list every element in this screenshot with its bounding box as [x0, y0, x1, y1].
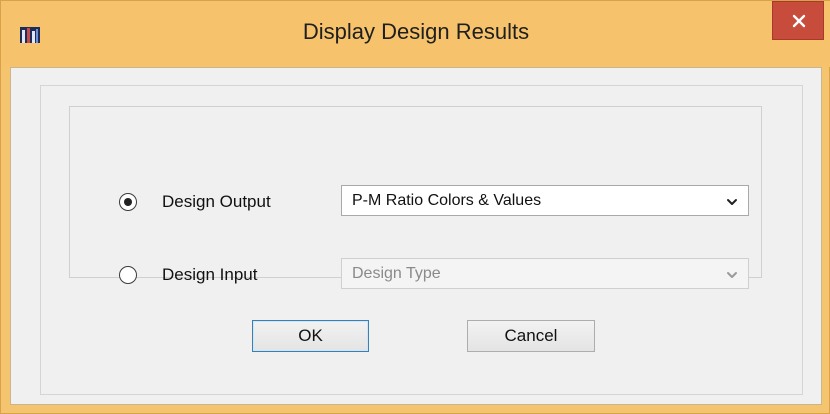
ok-button[interactable]: OK	[252, 320, 369, 352]
design-output-label: Design Output	[162, 192, 271, 211]
design-output-dropdown-value: P-M Ratio Colors & Values	[352, 192, 542, 209]
chevron-down-icon	[727, 199, 737, 205]
design-input-label: Design Input	[162, 265, 258, 284]
dialog-window: Display Design Results Design Output P-M…	[0, 0, 830, 414]
cancel-button[interactable]: Cancel	[467, 320, 595, 352]
design-options-group: Design Output P-M Ratio Colors & Values …	[69, 106, 762, 289]
design-input-dropdown[interactable]: Design Type	[341, 258, 749, 289]
radio-selected-dot	[124, 198, 132, 206]
close-button[interactable]	[772, 1, 824, 40]
chevron-down-icon	[727, 272, 737, 278]
dialog-client-area: Design Output P-M Ratio Colors & Values …	[10, 67, 822, 405]
title-bar[interactable]: Display Design Results	[1, 1, 830, 67]
window-title: Display Design Results	[302, 19, 530, 44]
design-output-dropdown[interactable]: P-M Ratio Colors & Values	[341, 185, 749, 216]
close-icon	[792, 14, 806, 28]
design-input-dropdown-value: Design Type	[352, 265, 441, 282]
design-input-radio[interactable]	[119, 266, 137, 284]
design-output-radio[interactable]	[119, 193, 137, 211]
